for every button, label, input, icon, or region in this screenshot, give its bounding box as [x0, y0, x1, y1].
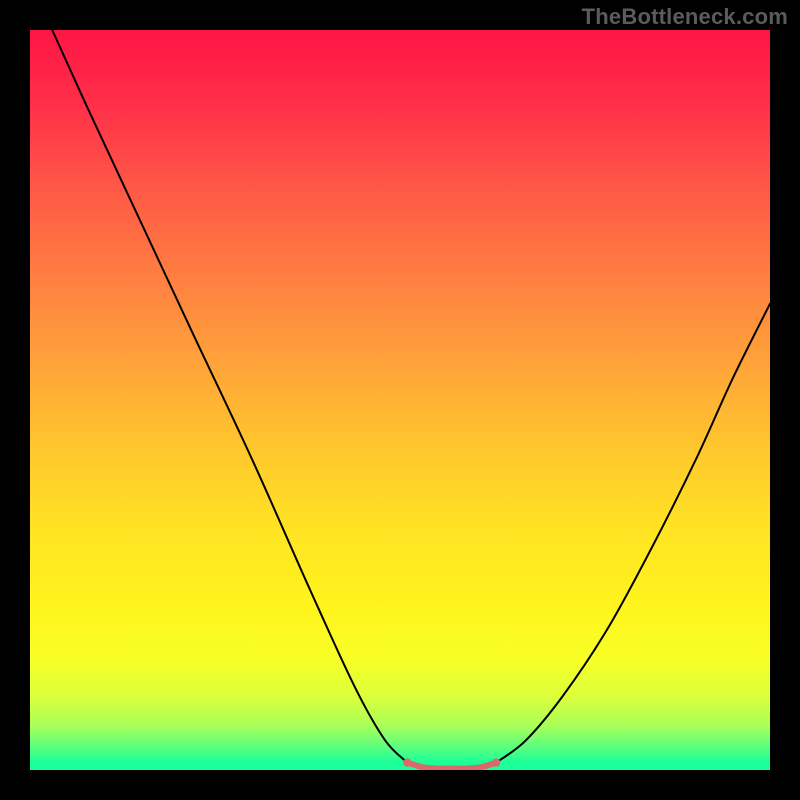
curve-valley-highlight	[407, 763, 496, 769]
curve-right-ascent	[496, 304, 770, 763]
watermark-text: TheBottleneck.com	[582, 4, 788, 30]
curve-left-descent	[52, 30, 407, 763]
chart-frame: TheBottleneck.com	[0, 0, 800, 800]
valley-endpoint-1	[492, 758, 500, 766]
valley-endpoint-0	[403, 758, 411, 766]
plot-area	[30, 30, 770, 770]
curve-svg	[30, 30, 770, 770]
